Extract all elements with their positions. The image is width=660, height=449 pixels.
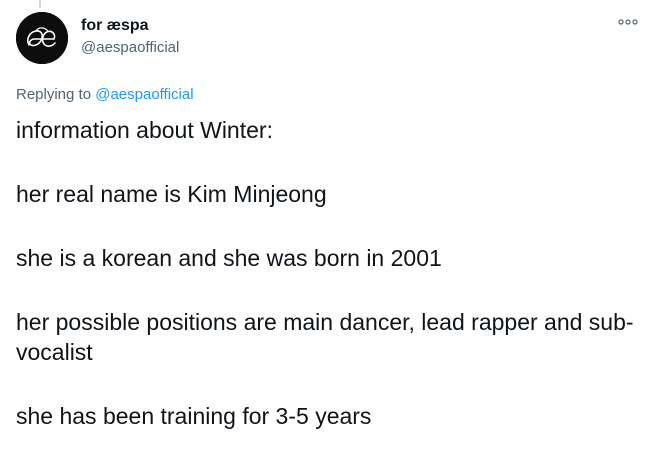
tweet-paragraph: information about Winter: xyxy=(16,117,273,143)
display-name[interactable]: for æspa xyxy=(81,16,179,36)
tweet-text: information about Winter: her real name … xyxy=(16,115,646,449)
tweet-paragraph: she is a korean and she was born in 2001 xyxy=(16,245,442,271)
user-names: for æspa @aespaofficial xyxy=(81,16,179,58)
tweet-paragraph: her possible positions are main dancer, … xyxy=(16,309,634,365)
tweet-header: for æspa @aespaofficial xyxy=(16,12,644,64)
more-options-icon xyxy=(618,19,638,25)
more-options-button[interactable] xyxy=(616,16,640,32)
replying-handle-link[interactable]: @aespaofficial xyxy=(95,86,193,103)
tweet-paragraph: her real name is Kim Minjeong xyxy=(16,181,327,207)
replying-to: Replying to @aespaofficial xyxy=(16,85,194,105)
tweet-paragraph: she has been training for 3-5 years xyxy=(16,403,372,429)
thread-connector-line xyxy=(39,0,41,8)
ae-logo-icon xyxy=(16,12,68,64)
avatar[interactable] xyxy=(16,12,68,64)
replying-prefix: Replying to xyxy=(16,86,96,103)
user-handle[interactable]: @aespaofficial xyxy=(81,38,179,58)
tweet: for æspa @aespaofficial Replying to @aes… xyxy=(0,0,660,449)
